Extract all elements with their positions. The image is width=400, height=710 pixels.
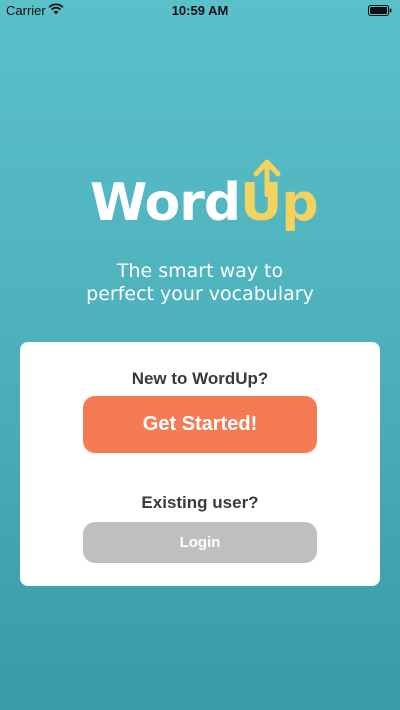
arrow-up-icon	[253, 159, 281, 197]
login-button[interactable]: Login	[83, 522, 317, 563]
welcome-screen: Carrier 10:59 AM WordUp The smart way to…	[0, 0, 400, 710]
tagline-line-2: perfect your vocabulary	[86, 283, 314, 305]
status-bar: Carrier 10:59 AM	[0, 0, 400, 22]
battery-icon	[368, 5, 392, 16]
status-time: 10:59 AM	[171, 3, 229, 18]
logo-wordmark: WordUp	[90, 173, 319, 233]
wordup-logo: WordUp	[0, 155, 400, 240]
auth-card: New to WordUp? Get Started! Existing use…	[20, 342, 380, 586]
logo-word: Word	[90, 173, 241, 233]
tagline-line-1: The smart way to	[116, 260, 284, 282]
tagline: The smart way to perfect your vocabulary	[0, 260, 400, 306]
new-user-heading: New to WordUp?	[131, 369, 269, 388]
get-started-button[interactable]: Get Started!	[83, 396, 317, 453]
existing-user-heading: Existing user?	[141, 493, 259, 512]
